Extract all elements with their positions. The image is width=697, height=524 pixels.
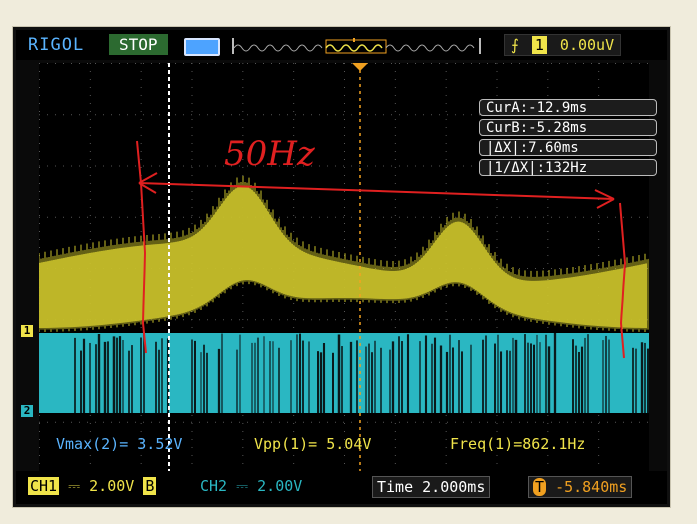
trigger-level: 0.00uV (559, 36, 615, 54)
dc-coupling-icon: ⎓ (236, 477, 249, 495)
timebase[interactable]: Time 2.000ms (372, 476, 491, 498)
brand-label: RIGOL (28, 35, 85, 55)
ch1-marker[interactable]: 1 (21, 325, 33, 337)
overview-wave (233, 36, 475, 54)
cursor-a-readout: CurA:-12.9ms (479, 99, 657, 116)
trigger-offset[interactable]: T -5.840ms (528, 476, 633, 498)
ch2-label: CH2 (200, 477, 228, 495)
trigger-status[interactable]: ⨍ 1 0.00uV (504, 34, 622, 56)
measurement-vmax: Vmax(2)= 3.52V (56, 435, 183, 453)
ch1-volts: 2.00V (89, 477, 135, 495)
channel-1-envelope (39, 185, 647, 328)
trigger-edge-icon: ⨍ (511, 36, 519, 54)
timebase-value: 2.000ms (422, 478, 486, 496)
timebase-label: Time (377, 478, 414, 496)
measurement-freq: Freq(1)=862.1Hz (450, 435, 586, 453)
ch2-marker[interactable]: 2 (21, 405, 33, 417)
measurement-vpp: Vpp(1)= 5.04V (254, 435, 372, 453)
top-status-bar: RIGOL STOP ⨍ 1 0.00uV (16, 30, 667, 60)
cursor-delta-x-readout: |ΔX|:7.60ms (479, 139, 657, 156)
waveform-area[interactable]: 50Hz 1 2 CurA:-12.9ms CurB:-5.28ms |ΔX|:… (21, 61, 657, 474)
trigger-offset-icon: T (533, 478, 547, 496)
channel-2-band (39, 333, 649, 413)
ch2-volts: 2.00V (257, 477, 303, 495)
ch1-scale[interactable]: CH1 ⎓ 2.00V B (24, 476, 160, 496)
trigger-offset-value: -5.840ms (555, 478, 628, 496)
memory-overview-bar (232, 36, 481, 54)
ch2-scale[interactable]: CH2 ⎓ 2.00V (196, 476, 306, 496)
cursor-b-readout: CurB:-5.28ms (479, 119, 657, 136)
run-stop-status[interactable]: STOP (109, 34, 168, 55)
battery-icon (184, 38, 220, 56)
dc-coupling-icon: ⎓ (68, 477, 81, 495)
bottom-status-bar: CH1 ⎓ 2.00V B CH2 ⎓ 2.00V Time 2.000ms T… (16, 471, 667, 504)
channel-2-trace (39, 333, 649, 413)
trigger-position-marker-icon[interactable] (350, 61, 370, 71)
cursor-inverse-delta-readout: |1/ΔX|:132Hz (479, 159, 657, 176)
handwritten-50hz: 50Hz (224, 134, 316, 174)
ch1-label: CH1 (28, 477, 60, 495)
trigger-channel-badge: 1 (531, 36, 547, 54)
oscilloscope-screen: RIGOL STOP ⨍ 1 0.00uV 50Hz 1 2 CurA:-12.… (13, 27, 670, 507)
ch1-bandwidth: B (143, 477, 157, 495)
